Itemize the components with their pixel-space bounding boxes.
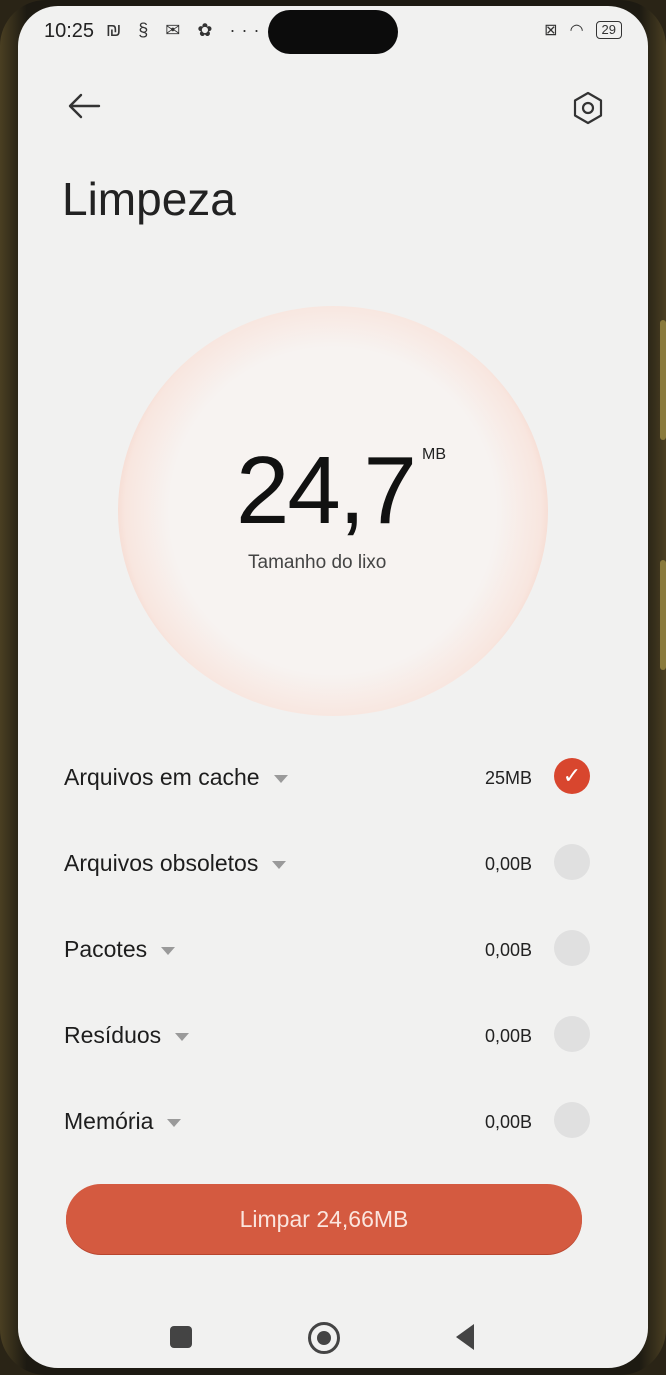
item-size: 0,00B	[484, 1026, 532, 1046]
chevron-down-icon[interactable]	[161, 946, 176, 955]
list-item-residues[interactable]: Resíduos 0,00B	[58, 1008, 598, 1064]
junk-size-value: 24,7	[236, 437, 417, 544]
settings-gear-icon[interactable]	[566, 86, 610, 130]
junk-size-caption: Tamanho do lixo	[248, 552, 387, 573]
list-item-memory[interactable]: Memória 0,00B	[58, 1094, 598, 1150]
status-time: 10:25	[44, 20, 95, 42]
home-dot	[317, 1331, 331, 1345]
home-circle-icon[interactable]	[308, 1322, 340, 1354]
sim-icon: ⊠	[544, 22, 558, 39]
item-checkbox[interactable]: ✓	[554, 758, 590, 794]
notification-icons: ₪ § ✉ ✿ ···	[106, 20, 266, 40]
list-item-packages[interactable]: Pacotes 0,00B	[58, 922, 598, 978]
item-label: Arquivos obsoletos	[64, 850, 287, 877]
item-checkbox[interactable]	[554, 1102, 590, 1138]
toolbar	[18, 76, 648, 136]
wifi-icon: ◠	[569, 22, 584, 39]
screen: 10:25 ₪ § ✉ ✿ ··· ⊠ ◠ 29 Limpeza 24,7 MB…	[18, 6, 648, 1368]
status-right: ⊠ ◠ 29	[544, 20, 622, 40]
battery-icon: 29	[595, 21, 622, 39]
power-button	[660, 560, 666, 670]
list-item-obsolete[interactable]: Arquivos obsoletos 0,00B	[58, 836, 598, 892]
back-triangle-icon[interactable]	[456, 1324, 474, 1350]
item-size: 0,00B	[484, 854, 532, 874]
back-arrow-icon[interactable]	[64, 86, 104, 126]
item-label: Memória	[64, 1108, 182, 1135]
check-icon: ✓	[562, 763, 582, 788]
item-label: Pacotes	[64, 936, 176, 963]
list-item-cache[interactable]: Arquivos em cache 25MB ✓	[58, 750, 598, 806]
clean-button[interactable]: Limpar 24,66MB	[66, 1184, 582, 1254]
chevron-down-icon[interactable]	[167, 1118, 182, 1127]
volume-button	[660, 320, 666, 440]
camera-notch	[268, 10, 398, 54]
item-size: 0,00B	[484, 1112, 532, 1132]
item-size: 25MB	[484, 768, 532, 788]
item-checkbox[interactable]	[554, 844, 590, 880]
item-label: Resíduos	[64, 1022, 190, 1049]
page-title: Limpeza	[62, 173, 236, 225]
chevron-down-icon[interactable]	[272, 860, 287, 869]
item-label: Arquivos em cache	[64, 764, 288, 791]
status-bar: 10:25 ₪ § ✉ ✿ ··· ⊠ ◠ 29	[18, 6, 648, 58]
battery-level: 29	[601, 22, 616, 37]
recents-square-icon[interactable]	[170, 1326, 192, 1348]
system-nav-bar	[18, 1306, 648, 1366]
chevron-down-icon[interactable]	[273, 774, 288, 783]
item-checkbox[interactable]	[554, 930, 590, 966]
item-size: 0,00B	[484, 940, 532, 960]
chevron-down-icon[interactable]	[175, 1032, 190, 1041]
junk-size-unit: MB	[422, 446, 446, 463]
item-checkbox[interactable]	[554, 1016, 590, 1052]
